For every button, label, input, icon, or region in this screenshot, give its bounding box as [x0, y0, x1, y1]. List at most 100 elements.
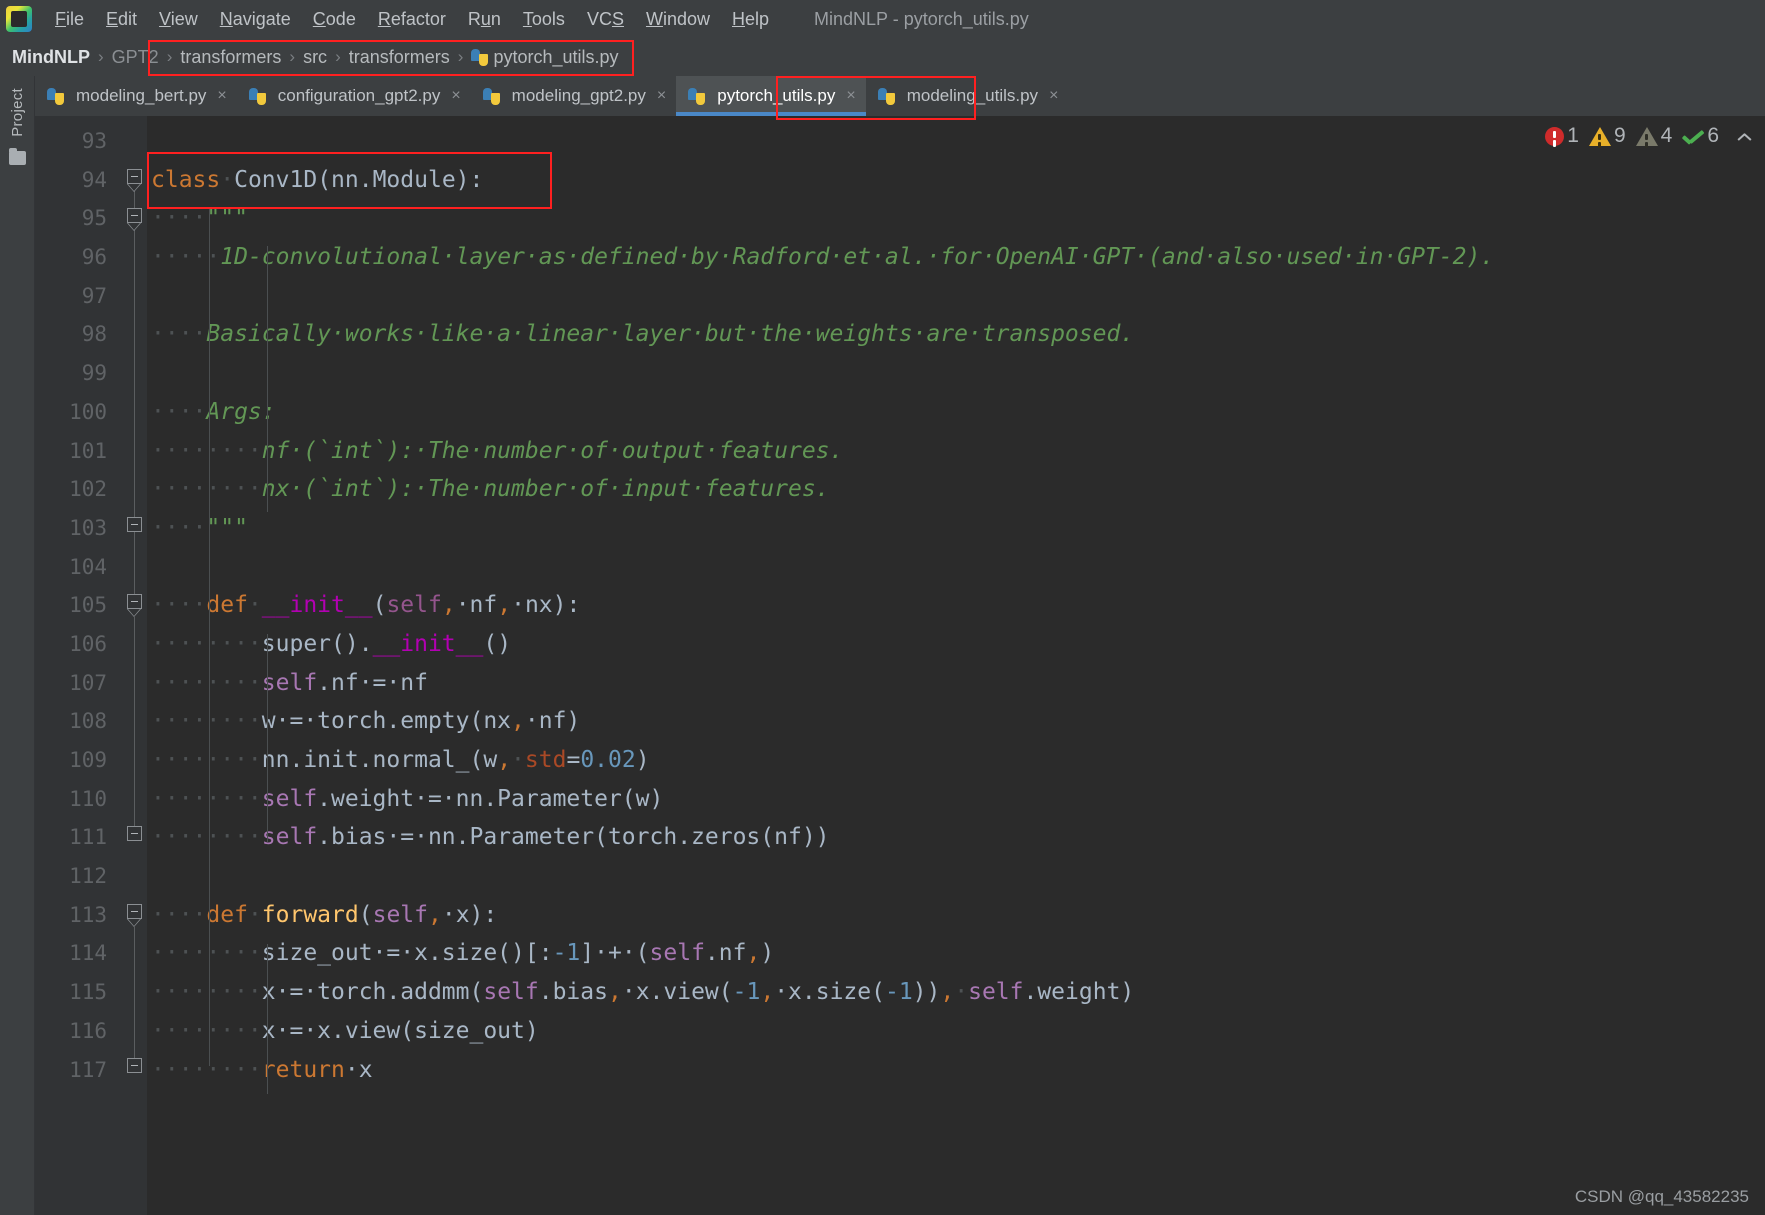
menu-edit[interactable]: Edit	[95, 6, 148, 33]
fold-marker-class[interactable]	[127, 169, 142, 184]
code-line-97[interactable]	[147, 277, 1765, 316]
breadcrumb-item-mindnlp[interactable]: MindNLP	[12, 47, 90, 68]
menu-navigate[interactable]: Navigate	[209, 6, 302, 33]
tab-close-icon[interactable]: ×	[217, 87, 226, 105]
code-line-100[interactable]: ····Args:	[147, 393, 1765, 432]
code-line-102[interactable]: ········nx·(`int`):·The·number·of·input·…	[147, 470, 1765, 509]
code-folding-gutter[interactable]	[121, 116, 147, 1215]
fold-marker-docstring-end[interactable]	[127, 517, 142, 532]
code-line-114[interactable]: ········size_out·=·x.size()[:-1]·+·(self…	[147, 934, 1765, 973]
folder-icon[interactable]	[8, 147, 26, 165]
breadcrumb-item-transformers-2[interactable]: transformers	[349, 47, 450, 68]
tab-configuration-gpt2[interactable]: configuration_gpt2.py ×	[237, 76, 471, 116]
code-line-115[interactable]: ········x·=·torch.addmm(self.bias,·x.vie…	[147, 973, 1765, 1012]
line-number: 96	[81, 245, 107, 270]
code-line-98[interactable]: ····Basically·works·like·a·linear·layer·…	[147, 315, 1765, 354]
line-number: 110	[69, 786, 107, 811]
tab-close-icon[interactable]: ×	[657, 87, 666, 105]
menu-view[interactable]: View	[148, 6, 209, 33]
code-token: ········	[151, 630, 262, 657]
code-line-104[interactable]	[147, 548, 1765, 587]
code-line-96[interactable]: ·····1D-convolutional·layer·as·defined·b…	[147, 238, 1765, 277]
line-number: 99	[81, 361, 107, 386]
tab-modeling-utils[interactable]: modeling_utils.py ×	[866, 76, 1069, 116]
fold-marker-init-end[interactable]	[127, 826, 142, 841]
ok-count: 6	[1707, 124, 1719, 147]
code-line-99[interactable]	[147, 354, 1765, 393]
fold-marker-forward[interactable]	[127, 904, 142, 919]
tab-modeling-bert[interactable]: modeling_bert.py ×	[35, 76, 237, 116]
code-editor[interactable]: 93 94 95 96 97 98 99 100 101 102 103 104 105 106 107 10…	[35, 116, 1765, 1215]
code-line-109[interactable]: ········nn.init.normal_(w,·std=0.02)	[147, 741, 1765, 780]
code-line-106[interactable]: ········super().__init__()	[147, 625, 1765, 664]
line-number: 98	[81, 322, 107, 347]
line-number: 116	[69, 1018, 107, 1043]
menu-window[interactable]: Window	[635, 6, 721, 33]
menu-help[interactable]: Help	[721, 6, 780, 33]
menu-tools[interactable]: Tools	[512, 6, 576, 33]
tab-close-icon[interactable]: ×	[451, 87, 460, 105]
code-line-95[interactable]: ····"""	[147, 199, 1765, 238]
code-token: Args:	[206, 398, 276, 425]
code-line-108[interactable]: ········w·=·torch.empty(nx,·nf)	[147, 702, 1765, 741]
code-line-116[interactable]: ········x·=·x.view(size_out)	[147, 1012, 1765, 1051]
code-line-111[interactable]: ········self.bias·=·nn.Parameter(torch.z…	[147, 818, 1765, 857]
inspection-weak-warnings[interactable]: 4	[1635, 124, 1679, 148]
tab-modeling-gpt2[interactable]: modeling_gpt2.py ×	[471, 76, 677, 116]
python-file-icon	[248, 87, 266, 105]
warning-count: 9	[1613, 124, 1626, 147]
code-token: return	[261, 1056, 345, 1083]
tab-label: modeling_gpt2.py	[511, 86, 646, 105]
inspection-ok[interactable]: 6	[1682, 124, 1725, 148]
fold-marker-init[interactable]	[127, 594, 142, 609]
weak-warning-icon	[1635, 126, 1658, 146]
menu-code[interactable]: Code	[302, 6, 367, 33]
code-token: ·x	[344, 1056, 373, 1083]
python-file-icon	[877, 87, 895, 105]
breadcrumb-item-pytorch-utils[interactable]: pytorch_utils.py	[471, 47, 619, 68]
tab-label: modeling_utils.py	[906, 86, 1039, 105]
breadcrumb-label: MindNLP	[12, 46, 90, 67]
chevron-up-icon[interactable]	[1737, 129, 1751, 143]
code-token: def	[206, 592, 248, 619]
inspection-warnings[interactable]: 9	[1588, 124, 1632, 148]
code-line-112[interactable]	[147, 857, 1765, 896]
line-number: 100	[69, 399, 107, 424]
inspection-errors[interactable]: 1	[1545, 124, 1585, 148]
code-line-101[interactable]: ········nf·(`int`):·The·number·of·output…	[147, 432, 1765, 471]
line-number: 108	[69, 709, 107, 734]
code-token: ····	[151, 901, 207, 928]
code-line-94[interactable]: class·Conv1D(nn.Module):	[147, 161, 1765, 200]
code-line-105[interactable]: ····def·__init__(self,·nf,·nx):	[147, 586, 1765, 625]
menu-file[interactable]: File	[44, 6, 95, 33]
code-line-113[interactable]: ····def·forward(self,·x):	[147, 896, 1765, 935]
code-line-93[interactable]	[147, 122, 1765, 161]
code-token: ········	[151, 785, 262, 812]
fold-marker-forward-end[interactable]	[127, 1058, 142, 1073]
menu-vcs[interactable]: VCS	[576, 6, 635, 33]
tool-window-button-project[interactable]: Project	[9, 88, 26, 137]
code-token: ·x):	[441, 901, 498, 928]
line-number: 93	[81, 129, 107, 153]
fold-marker-docstring[interactable]	[127, 208, 142, 223]
code-token: ,	[746, 940, 761, 967]
breadcrumb-item-src[interactable]: src	[303, 47, 327, 68]
code-token: nf·(`int`):·The·number·of·output·feature…	[261, 437, 844, 464]
tab-pytorch-utils[interactable]: pytorch_utils.py ×	[676, 76, 867, 116]
breadcrumb-item-gpt2[interactable]: GPT2	[112, 47, 159, 68]
line-number: 107	[69, 670, 107, 695]
code-token: ·nx):	[511, 592, 581, 619]
code-line-103[interactable]: ····"""	[147, 509, 1765, 548]
inspection-widget[interactable]: 1 9 4 6	[1545, 124, 1751, 148]
menu-run[interactable]: Run	[457, 6, 512, 33]
code-line-117[interactable]: ········return·x	[147, 1051, 1765, 1090]
code-line-107[interactable]: ········self.nf·=·nf	[147, 664, 1765, 703]
code-token: ·	[511, 747, 525, 773]
code-content[interactable]: class·Conv1D(nn.Module): ····""" ·····1D-c…	[147, 116, 1765, 1215]
code-token: ,	[607, 979, 622, 1006]
code-line-110[interactable]: ········self.weight·=·nn.Parameter(w)	[147, 780, 1765, 819]
breadcrumb-item-transformers[interactable]: transformers	[180, 47, 281, 68]
tab-close-icon[interactable]: ×	[846, 87, 855, 105]
menu-refactor[interactable]: Refactor	[367, 6, 457, 33]
tab-close-icon[interactable]: ×	[1049, 87, 1058, 105]
